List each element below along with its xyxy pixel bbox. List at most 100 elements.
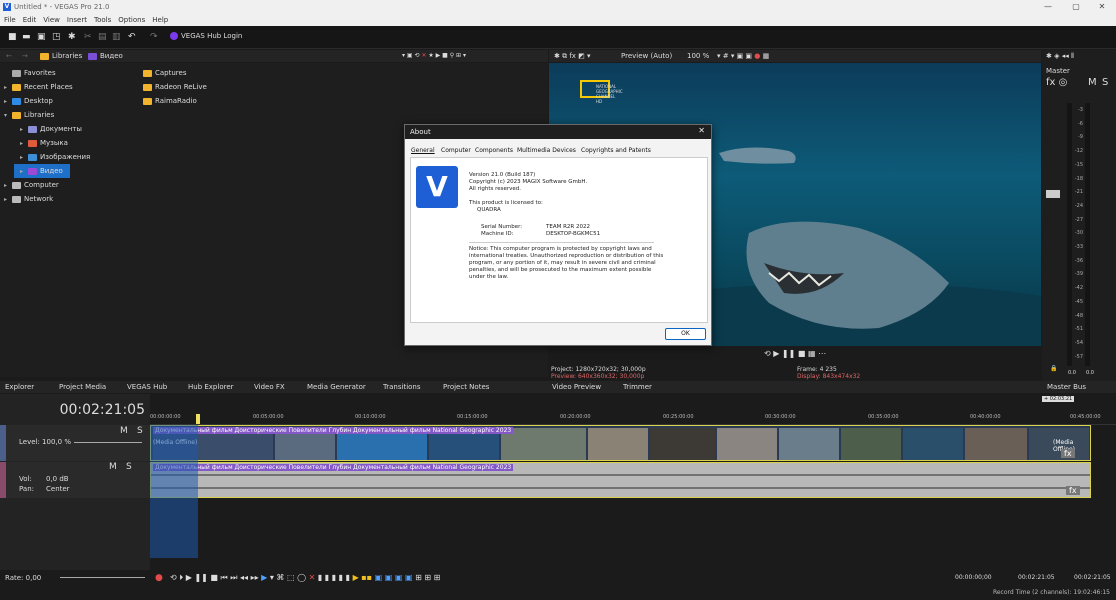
maximize-button[interactable]: ▢ [1062,0,1090,14]
tree-item-desktop[interactable]: ▸ Desktop [4,94,53,108]
copy-icon[interactable]: ▤ [98,32,107,42]
tab-project-notes[interactable]: Project Notes [443,381,489,393]
master-mute-button[interactable]: M [1088,77,1097,88]
tab-hub-explorer[interactable]: Hub Explorer [188,381,234,393]
expand-icon[interactable]: ▸ [20,137,28,151]
transport-controls-icon[interactable]: ⟲ ⏵ ▶ ❚❚ ■ ⏮ ⏭ ◂◂ ▸▸ ▶ ▾ ⌘ ⬚ ◯ ✕ ▮ ▮ ▮ ▮… [170,570,440,586]
save-as-icon[interactable]: ◳ [52,32,61,42]
tab-master-bus[interactable]: Master Bus [1047,381,1086,393]
redo-icon[interactable]: ↷ [150,32,158,42]
tab-media-generator[interactable]: Media Generator [307,381,366,393]
minimize-button[interactable]: — [1034,0,1062,14]
audio-fx-button[interactable]: fx [1066,486,1080,495]
menu-options[interactable]: Options [114,14,148,26]
tab-vegas-hub[interactable]: VEGAS Hub [127,381,167,393]
record-icon[interactable]: ● [155,570,163,586]
expand-icon[interactable]: ▸ [4,193,12,207]
breadcrumb-libraries[interactable]: Libraries [40,50,82,62]
playhead[interactable] [196,414,200,424]
master-fader[interactable] [1046,190,1060,198]
back-icon[interactable]: ← [6,50,12,62]
more-icon[interactable]: ⋯ [818,349,826,358]
file-item-radeon-relive[interactable]: Radeon ReLive [143,80,207,94]
preview-options-icon[interactable]: ▾ # ▾ ▣ ▣ ● ▦ [717,50,769,62]
audio-clip[interactable]: Документальный фильм Доисторические Пове… [150,462,1091,498]
tab-transitions[interactable]: Transitions [383,381,421,393]
track2-solo-button[interactable]: S [126,462,132,472]
tree-item-video[interactable]: ▸ Видео [14,164,70,178]
expand-icon[interactable]: ▸ [4,81,12,95]
expand-icon[interactable]: ▸ [4,179,12,193]
breadcrumb-video[interactable]: Видео [88,50,123,62]
undo-icon[interactable]: ↶ [128,32,136,42]
tree-item-computer[interactable]: ▸ Computer [4,178,59,192]
file-item-captures[interactable]: Captures [143,66,186,80]
expand-icon[interactable]: ▸ [20,165,28,179]
menu-insert[interactable]: Insert [63,14,90,26]
about-tab-general[interactable]: General [411,147,435,154]
expand-icon[interactable]: ▸ [20,151,28,165]
menu-edit[interactable]: Edit [19,14,40,26]
tab-trimmer[interactable]: Trimmer [623,381,652,393]
open-icon[interactable]: ▬ [22,32,31,42]
menu-view[interactable]: View [39,14,63,26]
video-clip[interactable]: Документальный фильм Доисторические Пове… [150,425,1091,461]
explorer-tools-icon[interactable]: ▾ ▣ ⟲ ✕ ★ ▶ ■ ⚲ ⊞ ▾ [402,50,466,62]
lock-icon[interactable]: 🔒 [1050,365,1057,372]
stop-icon[interactable]: ■ [798,349,806,358]
tree-item-libraries[interactable]: ▾ Libraries [4,108,54,122]
serial-value: TEAM R2R 2022 [546,224,590,230]
forward-icon[interactable]: → [22,50,28,62]
tree-item-favorites[interactable]: Favorites [12,66,56,80]
loop-icon[interactable]: ⟲ [764,349,771,358]
audio-track-header[interactable]: M S Vol: 0,0 dB Pan: Center [0,462,150,498]
menu-help[interactable]: Help [148,14,171,26]
track1-mute-button[interactable]: M [120,426,128,436]
menu-file[interactable]: File [0,14,19,26]
tab-video-fx[interactable]: Video FX [254,381,285,393]
paste-icon[interactable]: ▥ [112,32,121,42]
about-tab-multimedia[interactable]: Multimedia Devices [517,147,576,154]
close-button[interactable]: ✕ [1088,0,1116,14]
save-icon[interactable]: ▣ [37,32,46,42]
collapse-icon[interactable]: ▾ [4,109,12,123]
preview-quality-select[interactable]: Preview (Auto) [621,50,672,62]
clip-fx-button[interactable]: fx [1061,449,1075,458]
about-tab-components[interactable]: Components [475,147,513,154]
master-fx-icon[interactable]: fx ◎ [1046,77,1067,88]
expand-icon[interactable]: ▸ [4,95,12,109]
new-icon[interactable]: ■ [8,32,17,42]
pause-icon[interactable]: ❚❚ [782,349,795,358]
properties-gear-icon[interactable]: ✱ [68,32,76,42]
timeline-ruler[interactable]: 00:00:00:00 00:05:00:00 00:10:00:00 00:1… [150,394,1116,425]
video-track-header[interactable]: M S Level: 100,0 % [0,425,150,461]
tab-project-media[interactable]: Project Media [59,381,106,393]
hub-login-button[interactable]: VEGAS Hub Login [170,30,242,42]
about-tab-computer[interactable]: Computer [441,147,471,154]
frame-icon[interactable]: ▦ [808,349,816,358]
menu-tools[interactable]: Tools [90,14,114,26]
about-close-icon[interactable]: ✕ [698,126,705,135]
preview-zoom[interactable]: 100 % [687,50,709,62]
tab-explorer[interactable]: Explorer [5,381,34,393]
about-tab-copyrights[interactable]: Copyrights and Patents [581,147,651,154]
expand-icon[interactable]: ▸ [20,123,28,137]
preview-tools-icon[interactable]: ✱ ⧉ fx ◩ ▾ [554,50,591,62]
play-icon[interactable]: ▶ [773,349,779,358]
tree-item-network[interactable]: ▸ Network [4,192,53,206]
tree-item-documents[interactable]: ▸ Документы [20,122,82,136]
tree-item-recent-places[interactable]: ▸ Recent Places [4,80,73,94]
tree-item-music[interactable]: ▸ Музыка [20,136,68,150]
track2-mute-button[interactable]: M [109,462,117,472]
track1-solo-button[interactable]: S [137,426,143,436]
tree-item-pictures[interactable]: ▸ Изображения [20,150,90,164]
ok-button[interactable]: OK [665,328,706,340]
tab-video-preview[interactable]: Video Preview [552,381,601,393]
cut-icon[interactable]: ✂ [84,32,92,42]
master-solo-button[interactable]: S [1102,77,1108,88]
file-item-raimaradio[interactable]: RaimaRadio [143,94,197,108]
level-slider[interactable] [74,442,142,443]
rate-slider[interactable] [60,577,145,578]
master-toolbar-icons[interactable]: ✱ ◈ ◂◂ ⫴ [1046,52,1074,61]
timeline-empty-area[interactable] [150,498,1116,558]
